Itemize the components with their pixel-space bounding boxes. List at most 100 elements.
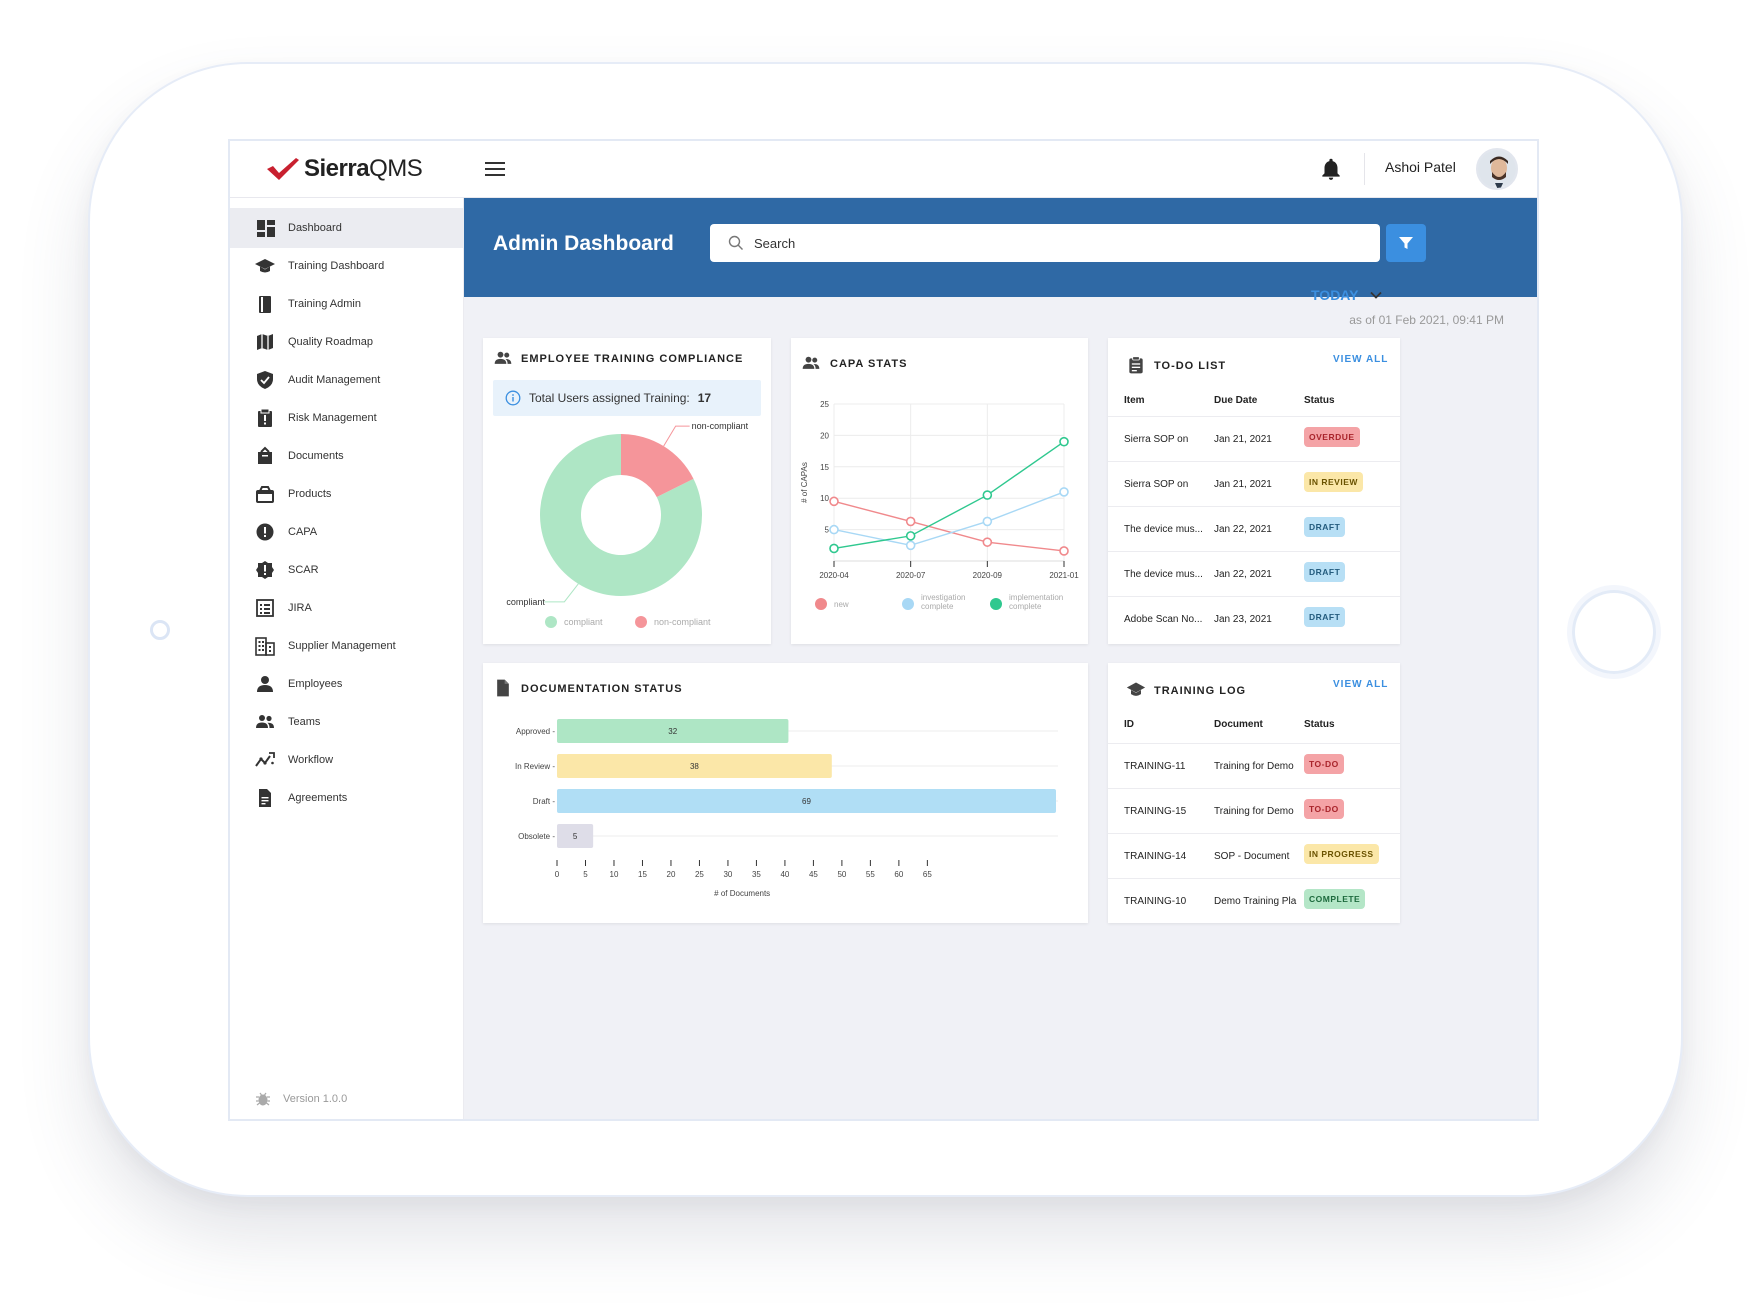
sidebar-item-teams[interactable]: Teams — [230, 702, 464, 742]
status-badge: IN REVIEW — [1304, 472, 1363, 492]
sidebar-item-label: Audit Management — [288, 374, 381, 386]
data-point — [982, 537, 993, 547]
sidebar-item-jira[interactable]: JIRA — [230, 588, 464, 628]
search-bar[interactable] — [710, 224, 1380, 262]
sidebar-item-label: SCAR — [288, 564, 319, 576]
card-title: TRAINING LOG — [1154, 685, 1247, 697]
sidebar-item-training-admin[interactable]: Training Admin — [230, 284, 464, 324]
filter-icon — [1399, 237, 1413, 249]
book-icon — [259, 296, 271, 313]
sidebar-item-scar[interactable]: SCAR — [230, 550, 464, 590]
table-row[interactable]: TRAINING-15 Training for Demo TO-DO — [1108, 788, 1400, 833]
cell-id: TRAINING-10 — [1124, 896, 1187, 907]
user-name[interactable]: Ashoi Patel — [1385, 159, 1456, 175]
version-info: Version 1.0.0 — [255, 1091, 347, 1107]
sidebar-item-label: Training Dashboard — [288, 260, 385, 272]
data-point — [982, 490, 993, 500]
x-tick-label: 35 — [752, 870, 761, 879]
slice-label: compliant — [506, 597, 545, 607]
sidebar-item-dashboard[interactable]: Dashboard — [230, 208, 464, 248]
legend-label: complete — [1009, 602, 1042, 611]
x-tick-label: 15 — [638, 870, 647, 879]
status-badge: TO-DO — [1304, 754, 1344, 774]
table-row[interactable]: Sierra SOP on Jan 21, 2021 OVERDUE — [1108, 416, 1400, 461]
table-row[interactable]: The device mus... Jan 22, 2021 DRAFT — [1108, 506, 1400, 551]
x-tick-label: 2020-07 — [896, 571, 926, 580]
x-tick-label: 25 — [695, 870, 704, 879]
legend-label: implementation — [1009, 593, 1063, 602]
x-tick-label: 10 — [610, 870, 619, 879]
hamburger-menu-icon[interactable] — [485, 159, 505, 179]
x-tick-label: 60 — [894, 870, 903, 879]
category-label: Obsolete - — [518, 832, 555, 841]
alert-circle-icon — [256, 523, 274, 541]
x-tick-label: 20 — [667, 870, 676, 879]
clipboard-alert-icon — [258, 408, 272, 427]
sidebar-item-agreements[interactable]: Agreements — [230, 778, 464, 818]
total-users-label: Total Users assigned Training: — [529, 391, 690, 405]
filter-button[interactable] — [1386, 224, 1426, 262]
leader-line — [663, 425, 690, 447]
graduation-cap-icon — [1126, 682, 1146, 696]
x-tick-label: 2020-09 — [973, 571, 1003, 580]
bell-icon[interactable] — [1318, 156, 1344, 182]
products-icon — [256, 486, 274, 503]
column-header: Status — [1304, 719, 1335, 730]
legend-label: complete — [921, 602, 954, 611]
legend-label: new — [834, 600, 849, 609]
sidebar-item-audit-management[interactable]: Audit Management — [230, 360, 464, 400]
sidebar-item-risk-management[interactable]: Risk Management — [230, 398, 464, 438]
documents-icon — [258, 446, 272, 464]
search-input[interactable] — [754, 235, 1354, 251]
data-point — [829, 496, 839, 507]
column-header: Due Date — [1214, 395, 1258, 406]
sidebar-item-capa[interactable]: CAPA — [230, 512, 464, 552]
data-point — [905, 540, 916, 551]
period-select[interactable]: TODAY — [1311, 287, 1383, 303]
x-tick-label: 5 — [583, 870, 588, 879]
data-point — [1059, 487, 1069, 497]
camera-dot — [150, 620, 170, 640]
column-header: ID — [1124, 719, 1134, 730]
sidebar-item-products[interactable]: Products — [230, 474, 464, 514]
legend-label: investigation — [921, 593, 965, 602]
x-tick-label: 45 — [809, 870, 818, 879]
top-bar: SierraQMS Ashoi Patel — [230, 141, 1537, 198]
sidebar-item-employees[interactable]: Employees — [230, 664, 464, 704]
table-row[interactable]: TRAINING-14 SOP - Document IN PROGRESS — [1108, 833, 1400, 878]
table-row[interactable]: Adobe Scan No... Jan 23, 2021 DRAFT — [1108, 596, 1400, 641]
training-compliance-card: EMPLOYEE TRAINING COMPLIANCE Total Users… — [483, 338, 771, 644]
series-line-investigation-complete — [833, 491, 1065, 547]
table-row[interactable]: The device mus... Jan 22, 2021 DRAFT — [1108, 551, 1400, 596]
sidebar-item-training-dashboard[interactable]: Training Dashboard — [230, 246, 464, 286]
sidebar-item-label: Employees — [288, 678, 343, 690]
table-row[interactable]: TRAINING-11 Training for Demo TO-DO — [1108, 743, 1400, 788]
sidebar-item-documents[interactable]: Documents — [230, 436, 464, 476]
status-badge: IN PROGRESS — [1304, 844, 1379, 864]
logo[interactable]: SierraQMS — [266, 155, 423, 183]
table-row[interactable]: Sierra SOP on Jan 21, 2021 IN REVIEW — [1108, 461, 1400, 506]
people-icon — [256, 715, 274, 728]
leader-line — [544, 583, 579, 603]
training-log-view-all-link[interactable]: VIEW ALL — [1333, 679, 1388, 690]
table-row[interactable]: TRAINING-10 Demo Training Pla COMPLETE — [1108, 878, 1400, 923]
bug-icon — [256, 1092, 270, 1106]
compliance-donut-chart: non-compliant compliant compliant non-compl… — [506, 421, 749, 628]
sidebar-item-supplier-management[interactable]: Supplier Management — [230, 626, 464, 666]
y-tick-label: 5 — [825, 526, 830, 535]
sidebar-item-label: Agreements — [288, 792, 348, 804]
todo-view-all-link[interactable]: VIEW ALL — [1333, 354, 1388, 365]
avatar[interactable] — [1476, 148, 1518, 190]
category-label: Draft - — [533, 797, 556, 806]
cell-doc: Training for Demo — [1214, 806, 1294, 817]
category-label: Approved - — [516, 727, 555, 736]
sidebar-item-label: Documents — [288, 450, 344, 462]
x-axis-label: # of Documents — [714, 889, 770, 898]
sidebar-item-quality-roadmap[interactable]: Quality Roadmap — [230, 322, 464, 362]
status-badge: DRAFT — [1304, 517, 1346, 537]
y-tick-label: 10 — [820, 494, 829, 503]
legend-label: compliant — [564, 617, 603, 627]
x-tick-label: 2020-04 — [819, 571, 849, 580]
documentation-bar-chart: Approved - 32 In Review - 38 Draft - 69 Obsole… — [515, 719, 1058, 898]
sidebar-item-workflow[interactable]: Workflow — [230, 740, 464, 780]
